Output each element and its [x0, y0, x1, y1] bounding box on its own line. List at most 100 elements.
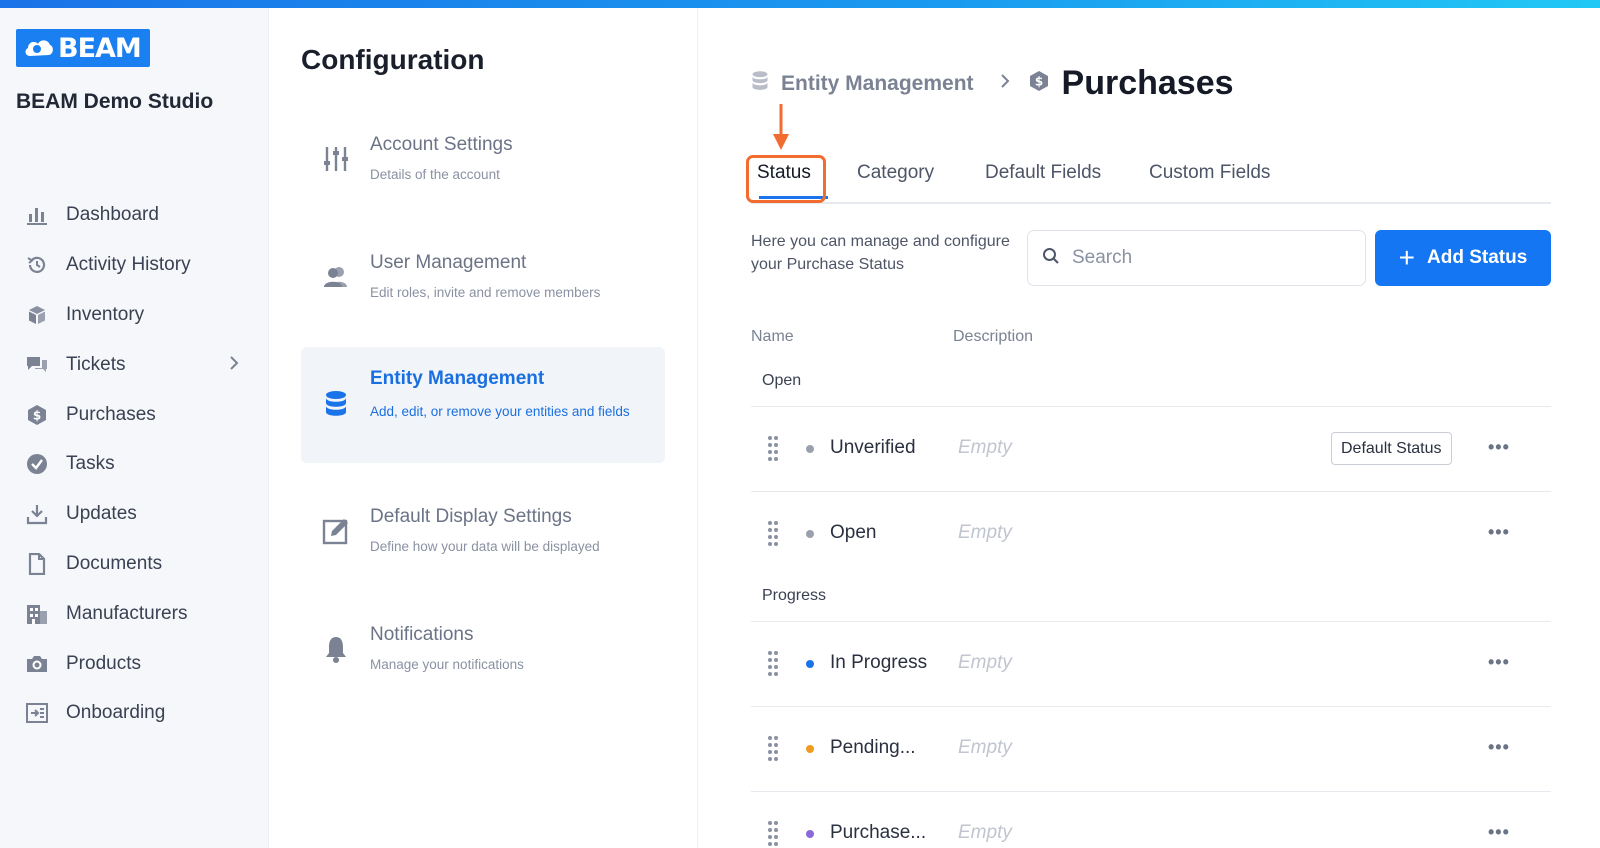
sidebar-item-documents[interactable]: Documents	[0, 543, 269, 585]
config-item-notifications[interactable]: Notifications Manage your notifications	[301, 610, 665, 700]
edit-icon	[321, 516, 351, 546]
sidebar-item-tasks[interactable]: Tasks	[0, 443, 269, 485]
status-color-dot	[806, 660, 814, 668]
table-row[interactable]: Pending... Empty •••	[751, 707, 1551, 791]
breadcrumb: Entity Management $ Purchases	[751, 64, 1234, 103]
sidebar: BEAM BEAM Demo Studio Dashboard Activity…	[0, 8, 269, 848]
page-title: Purchases	[1061, 64, 1234, 102]
status-name: Pending...	[830, 737, 916, 758]
sidebar-item-label: Inventory	[66, 304, 145, 325]
breadcrumb-parent-link[interactable]: Entity Management	[781, 72, 974, 96]
status-name: Unverified	[830, 437, 916, 458]
svg-text:$: $	[1034, 75, 1042, 89]
drag-handle-icon[interactable]	[767, 735, 779, 766]
drag-handle-icon[interactable]	[767, 435, 779, 466]
plus-icon: +	[1398, 242, 1416, 273]
table-row[interactable]: Unverified Empty Default Status •••	[751, 407, 1551, 491]
onboarding-icon	[24, 700, 50, 726]
config-item-default-display-settings[interactable]: Default Display Settings Define how your…	[301, 492, 665, 582]
config-item-description: Edit roles, invite and remove members	[370, 285, 601, 300]
more-options-icon[interactable]: •••	[1488, 522, 1510, 543]
sidebar-item-label: Products	[66, 653, 141, 674]
config-item-description: Manage your notifications	[370, 657, 524, 672]
history-icon	[24, 252, 50, 278]
camera-icon	[24, 651, 50, 677]
sidebar-item-tickets[interactable]: Tickets	[0, 344, 269, 386]
status-description-cell: Empty	[958, 822, 1012, 843]
config-item-description: Add, edit, or remove your entities and f…	[370, 404, 630, 419]
tab-custom-fields[interactable]: Custom Fields	[1149, 162, 1270, 184]
config-item-user-management[interactable]: User Management Edit roles, invite and r…	[301, 238, 665, 328]
top-accent-bar	[0, 0, 1600, 8]
svg-text:$: $	[33, 409, 41, 423]
config-item-entity-management[interactable]: Entity Management Add, edit, or remove y…	[301, 347, 665, 463]
sidebar-item-onboarding[interactable]: Onboarding	[0, 692, 269, 734]
more-options-icon[interactable]: •••	[1488, 822, 1510, 843]
status-name: In Progress	[830, 652, 928, 673]
table-row[interactable]: In Progress Empty •••	[751, 622, 1551, 706]
check-circle-icon	[24, 451, 50, 477]
add-status-label: Add Status	[1427, 247, 1528, 268]
default-status-badge: Default Status	[1331, 432, 1452, 465]
more-options-icon[interactable]: •••	[1488, 652, 1510, 673]
tab-category[interactable]: Category	[857, 162, 934, 184]
sidebar-item-dashboard[interactable]: Dashboard	[0, 194, 269, 236]
group-label-open: Open	[762, 372, 802, 389]
config-title: Configuration	[301, 44, 485, 75]
sidebar-item-manufacturers[interactable]: Manufacturers	[0, 593, 269, 635]
sidebar-item-label: Dashboard	[66, 204, 159, 225]
arrow-down-icon	[771, 104, 791, 161]
config-item-title: Entity Management	[370, 368, 545, 389]
more-options-icon[interactable]: •••	[1488, 737, 1510, 758]
chevron-right-icon[interactable]	[229, 355, 239, 376]
drag-handle-icon[interactable]	[767, 820, 779, 848]
chevron-right-icon	[1000, 73, 1010, 94]
database-icon	[751, 70, 769, 97]
sidebar-item-label: Tasks	[66, 453, 115, 474]
drag-handle-icon[interactable]	[767, 650, 779, 681]
sidebar-item-products[interactable]: Products	[0, 643, 269, 685]
tab-bar: Status Category Default Fields Custom Fi…	[751, 154, 1551, 204]
search-box[interactable]	[1027, 230, 1366, 286]
search-input[interactable]	[1072, 247, 1352, 269]
building-icon	[24, 601, 50, 627]
sidebar-item-activity-history[interactable]: Activity History	[0, 244, 269, 286]
status-description: Here you can manage and configure your P…	[751, 233, 1010, 273]
config-item-title: Default Display Settings	[370, 506, 572, 527]
status-color-dot	[806, 445, 814, 453]
add-status-button[interactable]: + Add Status	[1375, 230, 1551, 286]
sidebar-item-label: Onboarding	[66, 702, 166, 723]
more-options-icon[interactable]: •••	[1488, 437, 1510, 458]
table-row[interactable]: Open Empty •••	[751, 492, 1551, 576]
beam-logo-mark-icon	[24, 37, 54, 59]
download-icon	[24, 501, 50, 527]
status-name: Open	[830, 522, 877, 543]
status-description-cell: Empty	[958, 737, 1012, 758]
tab-default-fields[interactable]: Default Fields	[985, 162, 1101, 184]
main-content: Entity Management $ Purchases Status Cat…	[699, 8, 1600, 848]
users-icon	[321, 262, 351, 292]
config-item-description: Details of the account	[370, 167, 500, 182]
column-header-name: Name	[751, 328, 794, 345]
status-color-dot	[806, 530, 814, 538]
bar-chart-icon	[24, 202, 50, 228]
search-icon	[1042, 247, 1060, 270]
table-row[interactable]: Purchase... Empty •••	[751, 792, 1551, 848]
sidebar-item-updates[interactable]: Updates	[0, 493, 269, 535]
document-icon	[24, 551, 50, 577]
beam-logo[interactable]: BEAM	[16, 29, 150, 67]
config-item-account-settings[interactable]: Account Settings Details of the account	[301, 120, 665, 210]
sidebar-item-label: Updates	[66, 503, 137, 524]
column-header-description: Description	[953, 328, 1034, 345]
status-description-cell: Empty	[958, 652, 1012, 673]
sidebar-item-label: Tickets	[66, 354, 126, 375]
chat-icon	[24, 352, 50, 378]
sidebar-item-inventory[interactable]: Inventory	[0, 294, 269, 336]
dollar-shield-icon: $	[1028, 70, 1050, 97]
database-icon	[321, 389, 351, 419]
drag-handle-icon[interactable]	[767, 520, 779, 551]
sliders-icon	[321, 144, 351, 174]
status-color-dot	[806, 745, 814, 753]
sidebar-item-purchases[interactable]: $ Purchases	[0, 394, 269, 436]
status-description-cell: Empty	[958, 437, 1012, 458]
